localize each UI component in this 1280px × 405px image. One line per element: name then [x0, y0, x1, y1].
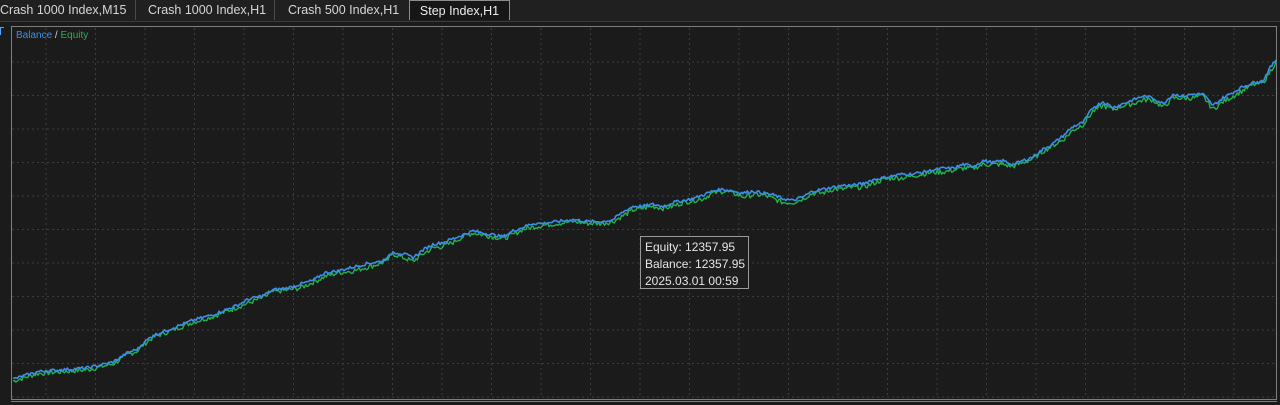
chart-grid [12, 28, 1276, 398]
tooltip-balance: Balance: 12357.95 [645, 257, 746, 271]
tooltip-equity: Equity: 12357.95 [645, 240, 736, 254]
series-line-equity [12, 61, 1277, 383]
legend-equity: Equity [60, 30, 89, 41]
chart-series [12, 59, 1277, 383]
series-line-balance [12, 59, 1277, 380]
chart-legend: Balance / Equity [16, 30, 88, 42]
legend-balance: Balance [16, 30, 53, 41]
data-tooltip: Equity: 12357.95 Balance: 12357.95 2025.… [640, 236, 749, 289]
balance-equity-chart [12, 28, 1277, 398]
tooltip-time: 2025.03.01 00:59 [645, 274, 739, 288]
